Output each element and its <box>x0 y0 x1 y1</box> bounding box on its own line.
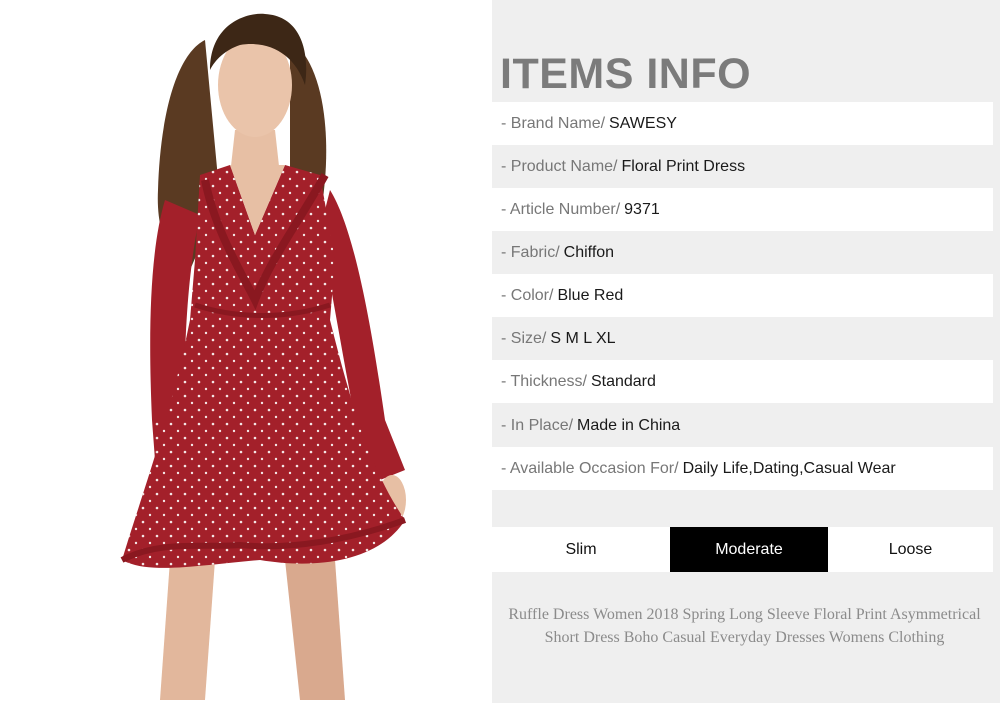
product-description: Ruffle Dress Women 2018 Spring Long Slee… <box>508 606 981 646</box>
model-in-dress-image <box>120 13 407 700</box>
spec-row-article-number: - Article Number/ 9371 <box>492 188 993 231</box>
spec-row-color: - Color/ Blue Red <box>492 274 993 317</box>
spec-label: - Product Name/ <box>501 157 618 175</box>
fit-option-loose[interactable]: Loose <box>828 527 993 572</box>
spec-label: - Color/ <box>501 286 554 304</box>
spec-value: 9371 <box>624 200 660 218</box>
spec-value: Made in China <box>577 416 681 434</box>
spec-value: SAWESY <box>609 114 677 132</box>
spec-value: S M L XL <box>550 329 616 347</box>
fit-option-moderate[interactable]: Moderate <box>670 527 828 572</box>
spec-label: - Size/ <box>501 329 547 347</box>
spec-row-size: - Size/ S M L XL <box>492 317 993 360</box>
fit-selector: Slim Moderate Loose <box>492 527 993 572</box>
fit-option-slim[interactable]: Slim <box>492 527 670 572</box>
spec-value: Floral Print Dress <box>621 157 746 175</box>
product-photo <box>0 0 492 703</box>
items-info-title: ITEMS INFO <box>500 50 752 98</box>
spec-value: Blue Red <box>557 286 624 304</box>
items-info-panel: ITEMS INFO - Brand Name/ SAWESY - Produc… <box>492 0 1000 703</box>
spec-label: - Article Number/ <box>501 200 621 218</box>
spec-value: Standard <box>590 372 656 390</box>
spec-value: Chiffon <box>563 243 615 261</box>
spec-label: - Fabric/ <box>501 243 560 261</box>
spec-row-available-occasion: - Available Occasion For/ Daily Life,Dat… <box>492 447 993 490</box>
spec-row-fabric: - Fabric/ Chiffon <box>492 231 993 274</box>
spec-value: Daily Life,Dating,Casual Wear <box>682 459 896 477</box>
spec-label: - Brand Name/ <box>501 114 606 132</box>
spec-label: - Available Occasion For/ <box>501 459 679 477</box>
spec-row-in-place: - In Place/ Made in China <box>492 404 993 447</box>
spec-row-product-name: - Product Name/ Floral Print Dress <box>492 145 993 188</box>
spec-row-brand-name: - Brand Name/ SAWESY <box>492 102 993 145</box>
spec-label: - Thickness/ <box>501 372 587 390</box>
spec-label: - In Place/ <box>501 416 574 434</box>
spec-row-thickness: - Thickness/ Standard <box>492 360 993 403</box>
